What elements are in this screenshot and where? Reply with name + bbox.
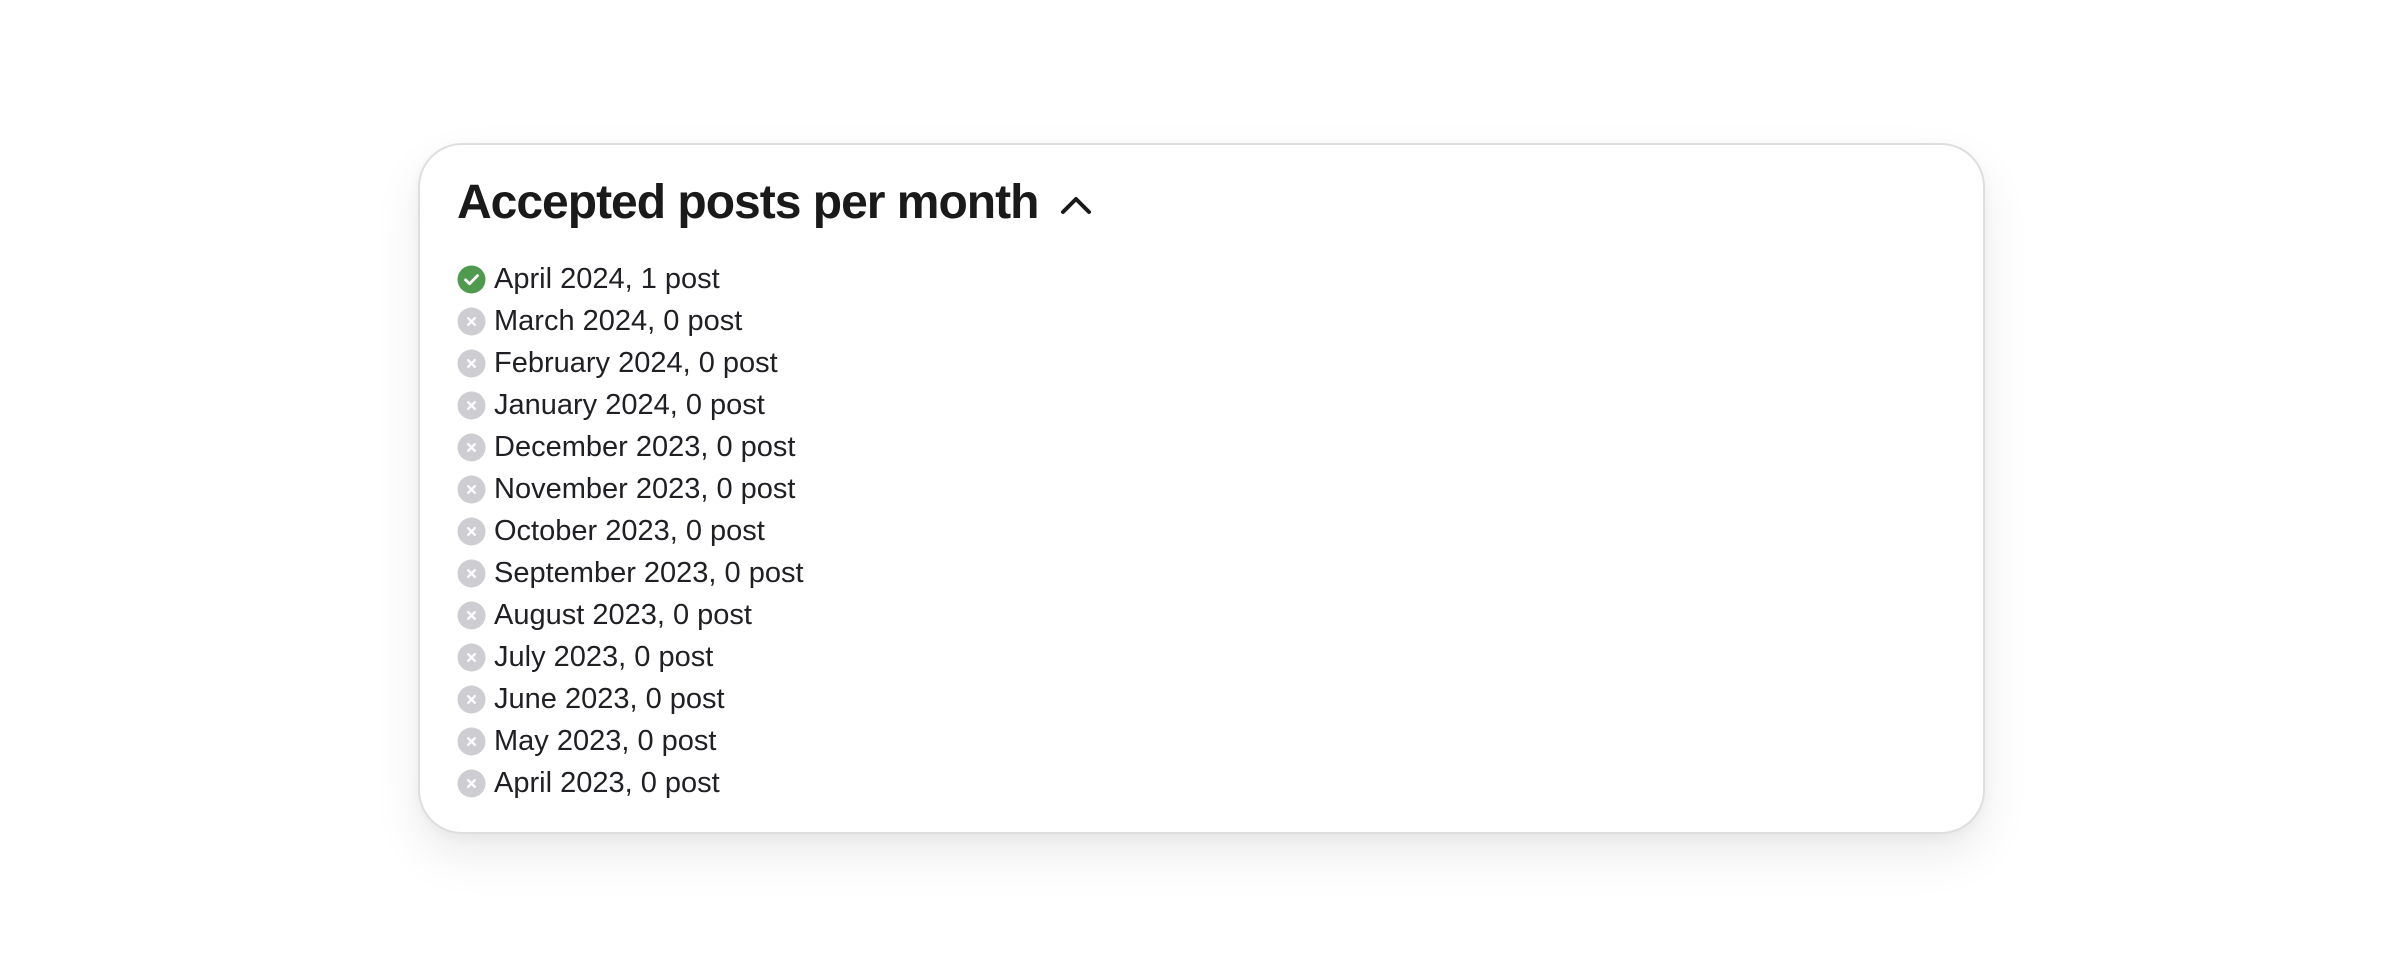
list-item: October 2023, 0 post [457,510,804,552]
list-item: March 2024, 0 post [457,300,804,342]
x-circle-icon [457,475,486,504]
x-circle-icon [457,349,486,378]
month-label: March 2024, 0 post [494,304,743,337]
x-circle-icon [457,769,486,798]
list-item: November 2023, 0 post [457,468,804,510]
accepted-posts-toggle[interactable]: Accepted posts per month [457,179,1098,227]
list-item: April 2024, 1 post [457,258,804,300]
month-label: January 2024, 0 post [494,388,765,421]
month-label: May 2023, 0 post [494,724,717,757]
list-item: July 2023, 0 post [457,636,804,678]
x-circle-icon [457,517,486,546]
x-circle-icon [457,601,486,630]
check-circle-icon [457,265,486,294]
card-title: Accepted posts per month [457,176,1039,229]
list-item: April 2023, 0 post [457,762,804,804]
x-circle-icon [457,643,486,672]
list-item: May 2023, 0 post [457,720,804,762]
month-label: September 2023, 0 post [494,556,804,589]
list-item: June 2023, 0 post [457,678,804,720]
x-circle-icon [457,559,486,588]
month-label: February 2024, 0 post [494,346,778,379]
list-item: December 2023, 0 post [457,426,804,468]
x-circle-icon [457,685,486,714]
list-item: August 2023, 0 post [457,594,804,636]
month-label: October 2023, 0 post [494,514,765,547]
list-item: September 2023, 0 post [457,552,804,594]
month-label: April 2023, 0 post [494,766,720,799]
x-circle-icon [457,433,486,462]
list-item: February 2024, 0 post [457,342,804,384]
month-label: August 2023, 0 post [494,598,752,631]
accepted-posts-card: Accepted posts per month April 2024, 1 p… [418,143,1985,834]
month-label: November 2023, 0 post [494,472,796,505]
chevron-up-icon[interactable] [1054,183,1098,227]
x-circle-icon [457,391,486,420]
x-circle-icon [457,727,486,756]
month-label: July 2023, 0 post [494,640,714,673]
month-label: June 2023, 0 post [494,682,725,715]
month-label: April 2024, 1 post [494,262,720,295]
month-list: April 2024, 1 post March 2024, 0 post Febr… [457,258,804,804]
month-label: December 2023, 0 post [494,430,796,463]
list-item: January 2024, 0 post [457,384,804,426]
x-circle-icon [457,307,486,336]
